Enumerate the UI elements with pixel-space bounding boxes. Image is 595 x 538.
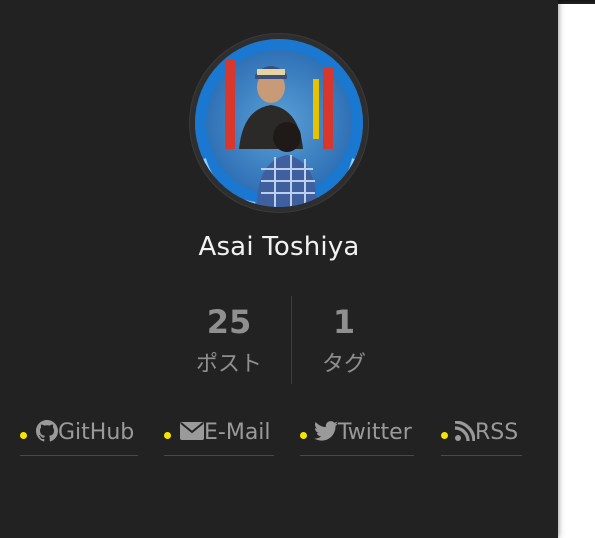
email-link[interactable]: E-Mail	[164, 416, 274, 456]
twitter-icon	[314, 421, 338, 441]
github-link[interactable]: GitHub	[20, 416, 138, 456]
sidebar: Asai Toshiya 25 ポスト 1 タグ GitHub E-Mail T…	[0, 0, 558, 538]
rss-link[interactable]: RSS	[441, 416, 522, 456]
rss-icon	[455, 421, 475, 441]
twitter-link[interactable]: Twitter	[300, 416, 414, 456]
envelope-icon	[180, 422, 204, 440]
tags-count: 1	[332, 303, 356, 341]
tags-label: タグ	[321, 352, 366, 377]
avatar-frame	[189, 33, 369, 213]
rss-label: RSS	[475, 420, 519, 445]
github-label: GitHub	[58, 420, 135, 445]
avatar[interactable]	[195, 39, 363, 207]
posts-stat[interactable]: 25 ポスト	[174, 296, 284, 384]
posts-label: ポスト	[195, 352, 262, 377]
tags-stat[interactable]: 1 タグ	[291, 296, 396, 384]
avatar-photo	[195, 39, 363, 207]
social-links: GitHub E-Mail Twitter RSS	[0, 416, 558, 460]
email-label: E-Mail	[204, 420, 271, 445]
github-icon	[36, 420, 58, 442]
twitter-label: Twitter	[338, 420, 412, 445]
author-name: Asai Toshiya	[198, 232, 360, 262]
posts-count: 25	[206, 303, 252, 341]
